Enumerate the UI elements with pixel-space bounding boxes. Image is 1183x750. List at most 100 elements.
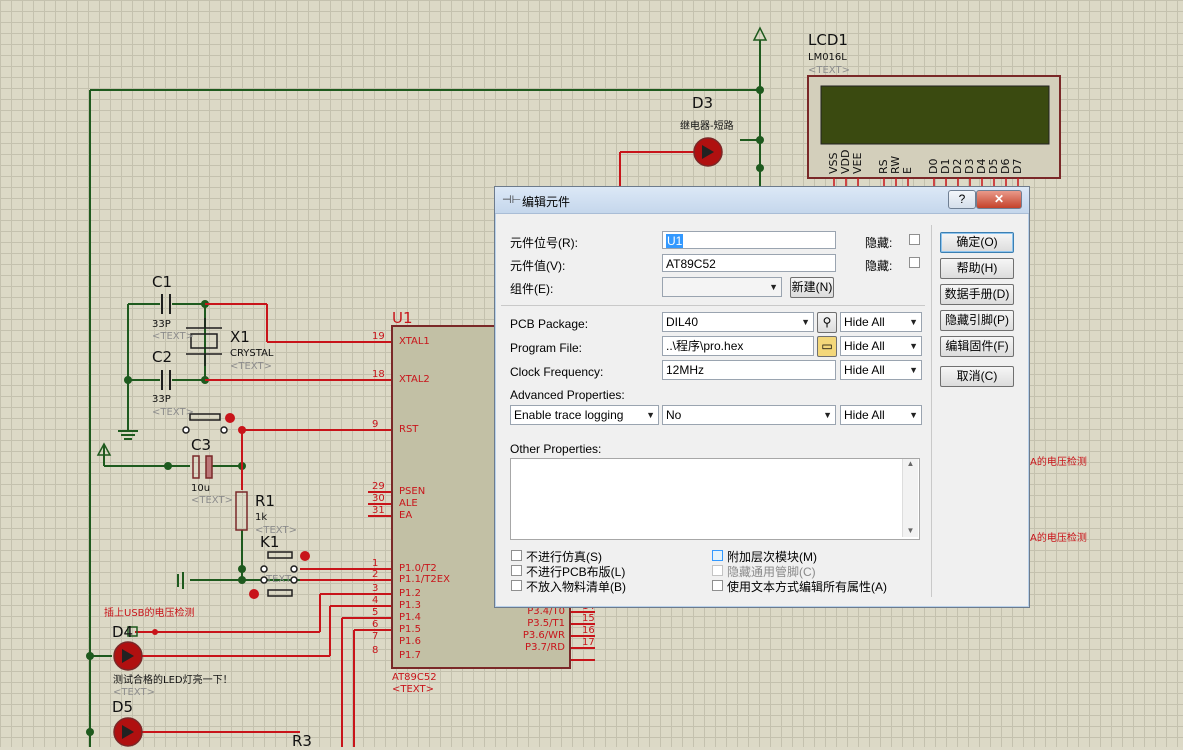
u1-model: AT89C52 [392,672,437,683]
option-checkbox[interactable] [712,550,723,561]
component-icon: ⊣⊢ [502,194,522,206]
program-file-label: Program File: [510,341,583,355]
new-button[interactable]: 新建(N) [790,277,834,298]
option-checkbox[interactable] [511,565,522,576]
u1-pin-number: 18 [372,369,385,380]
u1-pin-number: 2 [372,569,379,580]
u1-pin-number: 1 [372,558,379,569]
lcd-pin-label: RW [889,155,902,174]
hidden-label-2: 隐藏: [865,259,893,273]
clock-frequency-field[interactable]: 12MHz [662,360,836,380]
c1-ref: C1 [152,273,173,291]
u1-ref: U1 [392,309,413,327]
u1-pin-number: 9 [372,419,379,430]
lcd-pin-label: VSS [827,152,840,175]
advanced-hide-select[interactable]: Hide All ▼ [840,405,922,425]
lcd-ref: LCD1 [808,31,848,49]
u1-pin-name: P1.0/T2 [399,563,437,574]
option-checkbox-label[interactable]: 不放入物料清单(B) [526,578,626,595]
advanced-value-select[interactable]: No ▼ [662,405,836,425]
u1-pin-name: XTAL2 [399,374,430,385]
u1-pin-name: P1.5 [399,624,421,635]
u1-pin-name: XTAL1 [399,336,430,347]
u1-pin-number: 15 [582,613,595,624]
lcd-pin-label: D6 [999,158,1012,174]
other-properties-textarea[interactable] [510,458,920,540]
option-checkbox[interactable] [712,565,723,576]
edit-component-dialog: ⊣⊢ 编辑元件 ? ✕ 元件位号(R): U1 隐藏: 元件值(V): AT89… [494,186,1030,608]
edit-firmware-button[interactable]: 编辑固件(F) [940,336,1014,357]
lcd-pin-label: D1 [939,158,952,174]
binoculars-icon[interactable]: ⚲ [817,312,837,333]
u1-pin-number: 6 [372,619,379,630]
d3-desc: 继电器-短路 [680,121,734,132]
program-file-field[interactable]: ..\程序\pro.hex [662,336,814,356]
folder-icon[interactable]: ▭ [817,336,837,357]
hide-pins-button[interactable]: 隐藏引脚(P) [940,310,1014,331]
u1-pin-name: P3.5/T1 [527,618,565,629]
u1-pin-name: P1.2 [399,588,421,599]
option-checkbox[interactable] [712,580,723,591]
lcd-model: LM016L [808,52,847,63]
u1-pin-number: 8 [372,645,379,656]
chevron-down-icon: ▼ [769,282,778,292]
option-checkbox[interactable] [511,580,522,591]
chevron-down-icon: ▼ [909,365,918,375]
ok-button[interactable]: 确定(O) [940,232,1014,253]
dialog-titlebar[interactable]: ⊣⊢ 编辑元件 ? ✕ [495,187,1029,214]
part-value-label: 元件值(V): [510,259,566,273]
textarea-scrollbar[interactable]: ▲ ▼ [902,459,918,537]
c2-value: 33P [152,394,171,405]
u1-pin-name: PSEN [399,486,426,497]
d3-ref: D3 [692,94,714,112]
hidden-label-1: 隐藏: [865,236,893,250]
cancel-button[interactable]: 取消(C) [940,366,1014,387]
pcb-package-select[interactable]: DIL40 ▼ [662,312,814,332]
pcb-hide-select[interactable]: Hide All ▼ [840,312,922,332]
component-select[interactable]: ▼ [662,277,782,297]
u1-pin-name: RST [399,424,419,435]
lcd-pin-label: RS [877,159,890,174]
u1-pin-name: P1.1/T2EX [399,574,450,585]
u1-pin-name: P1.4 [399,612,421,623]
x1-ref: X1 [230,328,250,346]
c2-ref: C2 [152,348,173,366]
clock-hide-select[interactable]: Hide All ▼ [840,360,922,380]
right-label-2: A的电压检测 [1030,533,1087,544]
part-value-field[interactable]: AT89C52 [662,254,836,272]
hide-ref-checkbox[interactable] [909,234,920,245]
c1-text: <TEXT> [152,331,194,342]
d4-text: <TEXT> [113,687,155,698]
c3-ref: C3 [191,436,212,454]
part-ref-field[interactable]: U1 [662,231,836,249]
lcd-pin-label: E [901,167,914,174]
lcd-pin-label: D0 [927,158,940,174]
advanced-property-select[interactable]: Enable trace logging ▼ [510,405,659,425]
c3-text: <TEXT> [191,495,233,506]
component-label: 组件(E): [510,282,554,296]
pcb-package-label: PCB Package: [510,317,589,331]
u1-text: <TEXT> [392,684,434,695]
lcd-pin-label: VDD [839,149,852,174]
clock-frequency-label: Clock Frequency: [510,365,604,379]
other-properties-label: Other Properties: [510,442,602,456]
d4-desc: 测试合格的LED灯亮一下！ [113,675,233,686]
c2-text: <TEXT> [152,407,194,418]
part-ref-label: 元件位号(R): [510,236,578,250]
chevron-down-icon: ▼ [823,410,832,420]
help-button[interactable]: 帮助(H) [940,258,1014,279]
u1-pin-name: P3.7/RD [525,642,565,653]
d4-ref: D4 [112,623,134,641]
datasheet-button[interactable]: 数据手册(D) [940,284,1014,305]
hide-value-checkbox[interactable] [909,257,920,268]
option-checkbox-label[interactable]: 使用文本方式编辑所有属性(A) [727,578,887,595]
x1-text: <TEXT> [230,361,272,372]
u1-pin-number: 16 [582,625,595,636]
help-title-button[interactable]: ? [948,190,976,209]
close-button[interactable]: ✕ [976,190,1022,209]
chevron-down-icon: ▼ [646,410,655,420]
option-checkbox[interactable] [511,550,522,561]
u1-pin-number: 29 [372,481,385,492]
program-hide-select[interactable]: Hide All ▼ [840,336,922,356]
lcd-pin-label: D7 [1011,158,1024,174]
